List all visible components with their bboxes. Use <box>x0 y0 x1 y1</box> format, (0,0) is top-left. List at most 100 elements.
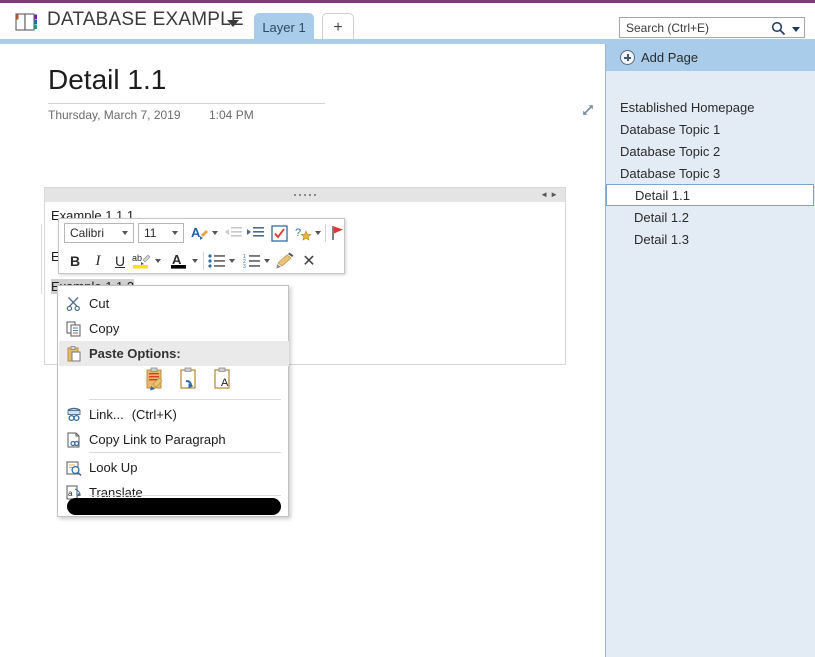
highlight-button[interactable]: ab <box>132 251 152 271</box>
format-painter-icon <box>275 252 295 270</box>
decrease-indent-icon <box>224 226 242 240</box>
page-list-label: Detail 1.2 <box>634 210 689 225</box>
tag-star-button[interactable]: ? <box>293 223 313 243</box>
search-icon[interactable] <box>771 21 786 36</box>
notebook-icon <box>15 12 41 32</box>
page-list-item-detail-1-3[interactable]: Detail 1.3 <box>606 228 815 250</box>
star-tag-icon: ? <box>295 225 312 242</box>
page-list-label: Detail 1.1 <box>635 188 690 203</box>
search-input[interactable]: Search (Ctrl+E) <box>619 17 805 38</box>
svg-text:A: A <box>191 225 201 240</box>
increase-indent-button[interactable] <box>245 223 265 243</box>
plus-circle-icon <box>620 50 635 65</box>
underline-button[interactable]: U <box>110 251 130 271</box>
bullet-list-dropdown-icon[interactable] <box>229 259 235 263</box>
font-color-button[interactable]: A <box>169 251 189 271</box>
context-menu-label: Copy Link to Paragraph <box>89 432 226 447</box>
page-list-item-database-topic-2[interactable]: Database Topic 2 <box>606 140 815 162</box>
mini-toolbar-row-2: B I U ab <box>59 247 346 275</box>
page-list-item-database-topic-1[interactable]: Database Topic 1 <box>606 118 815 140</box>
notebook-dropdown-icon[interactable] <box>227 20 239 27</box>
font-size-combo[interactable]: 11 <box>138 223 184 243</box>
look-up-icon <box>59 460 89 476</box>
context-menu-item-look-up[interactable]: Look Up <box>59 455 289 480</box>
context-menu-shortcut: (Ctrl+K) <box>132 407 177 422</box>
paste-keep-source-formatting-icon[interactable] <box>144 367 166 396</box>
tab-layer-1[interactable]: Layer 1 <box>254 13 314 42</box>
highlight-dropdown-icon[interactable] <box>155 259 161 263</box>
flag-icon <box>331 225 346 241</box>
italic-button[interactable]: I <box>88 251 108 271</box>
tag-dropdown-icon[interactable] <box>315 231 321 235</box>
context-menu[interactable]: Cut Copy <box>57 285 289 517</box>
copy-link-icon <box>59 432 89 448</box>
bold-label: B <box>70 253 80 269</box>
context-menu-item-copy[interactable]: Copy <box>59 316 289 341</box>
chevron-down-icon[interactable] <box>172 231 178 235</box>
styles-brush-icon: A <box>191 224 209 242</box>
clear-formatting-glyph: ✕ <box>302 251 315 271</box>
increase-indent-icon <box>246 226 264 240</box>
page-list-sidebar: Add Page Established Homepage Database T… <box>605 44 815 657</box>
page-list-item-detail-1-1[interactable]: Detail 1.1 <box>606 184 814 206</box>
note-resize-arrows[interactable]: ◄► <box>540 191 560 199</box>
format-painter-button[interactable] <box>275 251 295 271</box>
onenote-window: DATABASE EXAMPLE Layer 1 + Search (Ctrl+… <box>0 0 815 657</box>
page-date[interactable]: Thursday, March 7, 2019 <box>48 108 181 122</box>
paste-merge-formatting-icon[interactable] <box>178 367 200 396</box>
context-menu-item-copy-link-to-paragraph[interactable]: Copy Link to Paragraph <box>59 427 289 452</box>
mini-format-toolbar[interactable]: Calibri 11 A <box>58 218 345 274</box>
svg-text:?: ? <box>295 227 301 239</box>
context-menu-label: Look Up <box>89 460 137 475</box>
scissors-icon <box>59 296 89 312</box>
paste-options-row[interactable]: A <box>89 366 288 396</box>
add-tab-button[interactable]: + <box>322 13 354 42</box>
font-name-combo[interactable]: Calibri <box>64 223 134 243</box>
page-list-label: Established Homepage <box>620 100 754 115</box>
drag-grip-icon[interactable] <box>294 194 316 196</box>
search-dropdown-icon[interactable] <box>792 27 800 32</box>
redacted-bar <box>67 498 281 515</box>
svg-text:ab: ab <box>132 253 142 263</box>
svg-text:A: A <box>172 252 182 267</box>
flag-tag-button[interactable] <box>328 223 348 243</box>
add-tab-label: + <box>333 19 342 37</box>
page-list-item-established-homepage[interactable]: Established Homepage <box>606 96 815 118</box>
context-menu-label: Cut <box>89 296 109 311</box>
page-list-item-database-topic-3[interactable]: Database Topic 3 <box>606 162 815 184</box>
numbered-list-icon: 1 2 3 <box>243 254 261 269</box>
chevron-down-icon[interactable] <box>122 231 128 235</box>
notebook-title[interactable]: DATABASE EXAMPLE <box>47 9 244 31</box>
paste-icon <box>59 346 89 362</box>
clear-formatting-button[interactable]: ✕ <box>299 251 319 271</box>
title-divider <box>48 103 325 104</box>
context-menu-label: Link... <box>89 407 124 422</box>
decrease-indent-button[interactable] <box>223 223 243 243</box>
note-header-bar[interactable]: ◄► <box>45 188 565 202</box>
search-placeholder: Search (Ctrl+E) <box>626 21 709 35</box>
title-bar: DATABASE EXAMPLE Layer 1 + Search (Ctrl+… <box>0 3 815 39</box>
link-icon <box>59 407 89 423</box>
todo-checkbox-tag-button[interactable] <box>269 223 289 243</box>
page-list-label: Database Topic 1 <box>620 122 720 137</box>
bold-button[interactable]: B <box>65 251 85 271</box>
text-styles-dropdown-icon[interactable] <box>212 231 218 235</box>
bullet-list-button[interactable] <box>207 251 227 271</box>
numbered-list-button[interactable]: 1 2 3 <box>242 251 262 271</box>
context-menu-item-cut[interactable]: Cut <box>59 291 289 316</box>
context-menu-label: Paste Options: <box>89 346 181 361</box>
expand-diagonal-icon[interactable] <box>580 102 596 118</box>
copy-icon <box>59 321 89 337</box>
context-menu-item-link[interactable]: Link... (Ctrl+K) <box>59 402 289 427</box>
numbered-list-dropdown-icon[interactable] <box>264 259 270 263</box>
page-list-item-detail-1-2[interactable]: Detail 1.2 <box>606 206 815 228</box>
page-title[interactable]: Detail 1.1 <box>48 64 166 96</box>
text-styles-button[interactable]: A <box>190 223 210 243</box>
page-time[interactable]: 1:04 PM <box>209 108 254 122</box>
page-canvas[interactable]: Detail 1.1 Thursday, March 7, 2019 1:04 … <box>0 44 605 657</box>
font-color-dropdown-icon[interactable] <box>192 259 198 263</box>
bullet-list-icon <box>208 254 226 269</box>
paste-keep-text-only-icon[interactable]: A <box>212 367 234 396</box>
add-page-button[interactable]: Add Page <box>606 44 815 71</box>
highlighter-icon: ab <box>132 252 152 270</box>
